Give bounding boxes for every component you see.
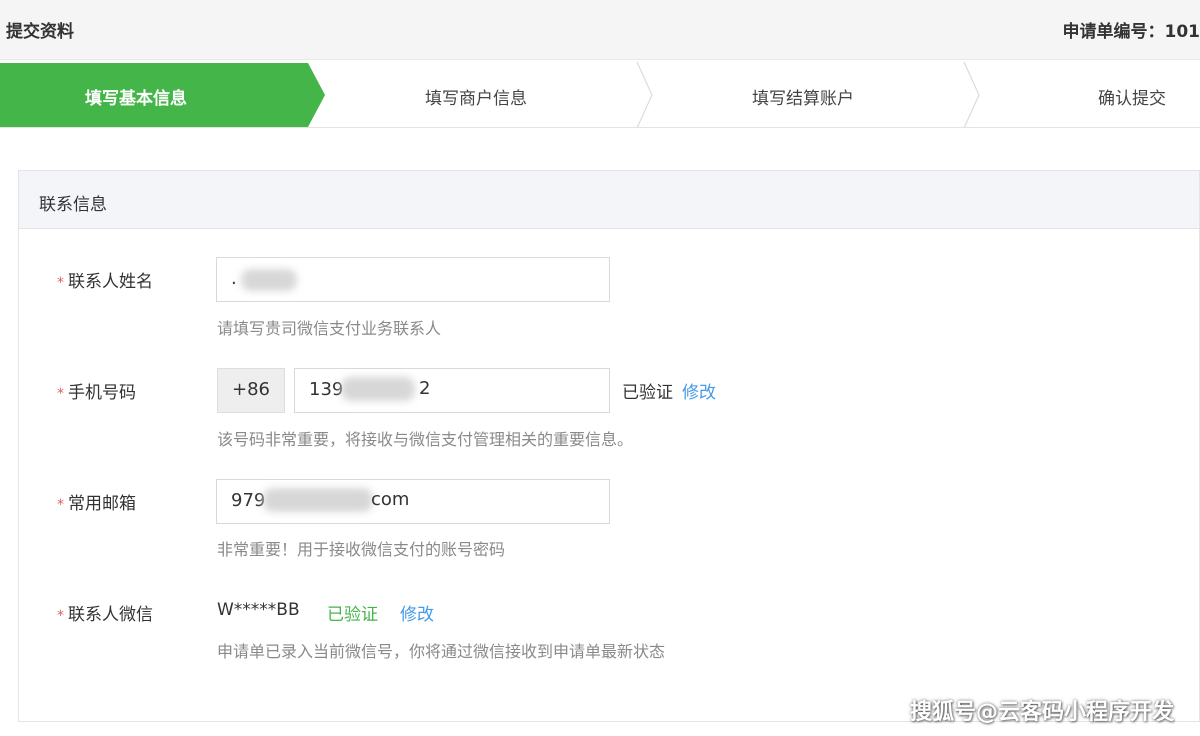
- step-separator-icon: [963, 62, 980, 127]
- phone-verified-status: 已验证: [622, 383, 673, 403]
- step-1-label: 填写基本信息: [85, 89, 187, 109]
- step-separator-icon: [636, 62, 653, 127]
- section-title: 联系信息: [39, 195, 107, 215]
- country-code-prefix: +86: [217, 368, 285, 413]
- contact-name-label: * 联系人姓名: [57, 272, 153, 292]
- required-mark: *: [57, 386, 64, 402]
- wechat-verified-status: 已验证: [327, 605, 378, 625]
- email-label: * 常用邮箱: [57, 494, 136, 514]
- wechat-label: * 联系人微信: [57, 605, 153, 625]
- page-title: 提交资料: [6, 22, 74, 42]
- phone-edit-link[interactable]: 修改: [682, 378, 716, 403]
- contact-info-panel: 联系信息 * 联系人姓名 . 请填写贵司微信支付业务联系人 * 手机号码 +86 1…: [18, 170, 1200, 722]
- phone-label: * 手机号码: [57, 383, 136, 403]
- wechat-edit-link[interactable]: 修改: [400, 600, 434, 625]
- panel-header: 联系信息: [19, 171, 1199, 229]
- redaction-blur: [241, 269, 297, 291]
- step-progress: 填写基本信息 填写商户信息 填写结算账户 确认提交: [0, 62, 1200, 128]
- redaction-blur: [341, 377, 415, 401]
- email-value-start: 979: [231, 490, 266, 511]
- email-value-end: com: [371, 489, 410, 510]
- phone-hint: 该号码非常重要，将接收与微信支付管理相关的重要信息。: [217, 430, 634, 449]
- phone-value-start: 139: [309, 379, 344, 400]
- watermark: 搜狐号@云客码小程序开发: [909, 700, 1174, 725]
- required-mark: *: [57, 497, 64, 513]
- wechat-value: W*****BB: [217, 600, 300, 620]
- wechat-hint: 申请单已录入当前微信号，你将通过微信接收到申请单最新状态: [217, 642, 666, 661]
- email-hint: 非常重要！用于接收微信支付的账号密码: [217, 540, 506, 559]
- top-bar: 提交资料 申请单编号：101: [0, 0, 1200, 60]
- contact-name-hint: 请填写贵司微信支付业务联系人: [217, 319, 442, 338]
- required-mark: *: [57, 275, 64, 291]
- step-2-label: 填写商户信息: [425, 89, 527, 109]
- contact-name-value: .: [231, 268, 237, 289]
- redaction-blur: [263, 488, 373, 512]
- step-4-label: 确认提交: [1098, 89, 1166, 109]
- required-mark: *: [57, 608, 64, 624]
- step-3-label: 填写结算账户: [752, 89, 854, 109]
- order-number: 申请单编号：101: [1062, 22, 1200, 42]
- phone-value-end: 2: [419, 378, 431, 399]
